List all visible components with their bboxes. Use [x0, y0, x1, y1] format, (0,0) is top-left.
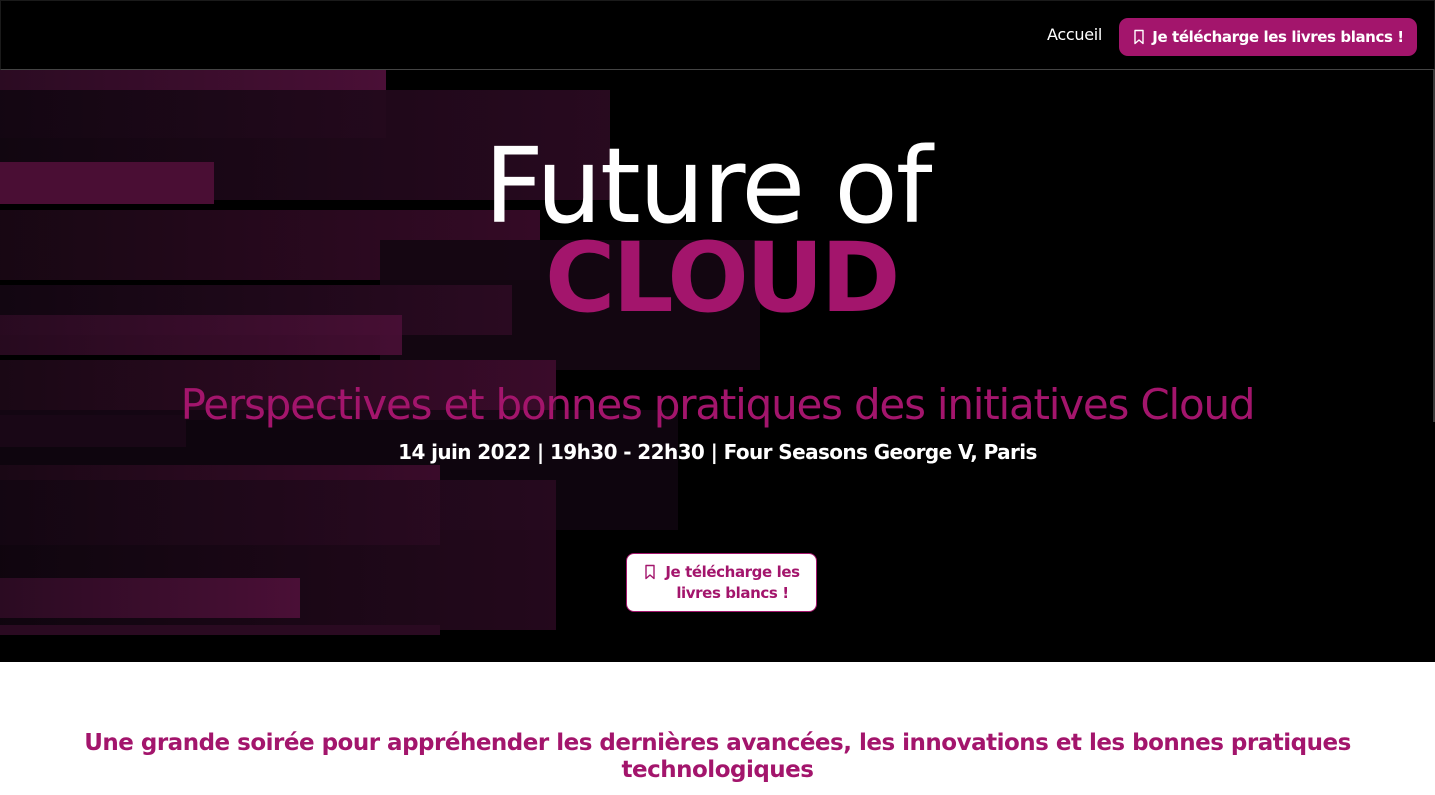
intro-tagline: Une grande soirée pour appréhender les d…: [84, 730, 1351, 783]
event-subtitle: Perspectives et bonnes pratiques des ini…: [180, 380, 1256, 429]
hero-download-button-label: Je télécharge les livres blancs !: [665, 562, 800, 602]
top-navigation-bar: Accueil Je télécharge les livres blancs …: [0, 0, 1435, 70]
event-date-location: 14 juin 2022 | 19h30 - 22h30 | Four Seas…: [398, 440, 1037, 464]
nav-link-accueil[interactable]: Accueil: [1047, 25, 1102, 44]
download-white-papers-button[interactable]: Je télécharge les livres blancs !: [1119, 18, 1417, 56]
download-button-label: Je télécharge les livres blancs !: [1152, 28, 1404, 46]
bookmark-icon: [644, 564, 655, 579]
event-title-cloud: CLOUD: [545, 222, 900, 334]
hero-download-white-papers-button[interactable]: Je télécharge les livres blancs !: [626, 553, 817, 612]
hero-banner: Future of CLOUD Perspectives et bonnes p…: [0, 70, 1435, 662]
bookmark-icon: [1134, 29, 1144, 45]
